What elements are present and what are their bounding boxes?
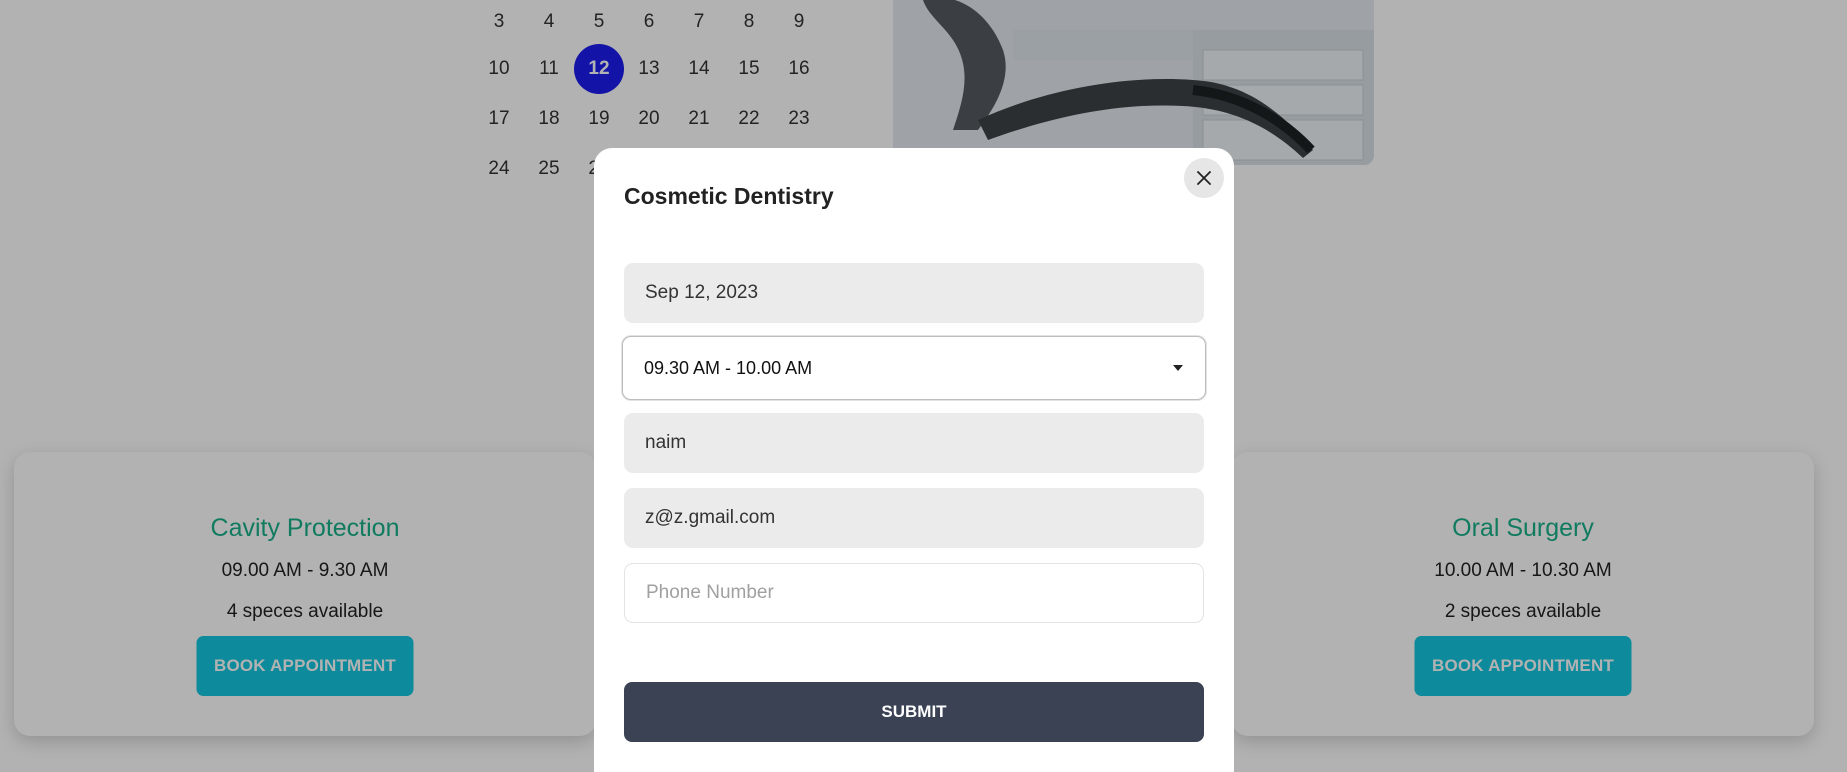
email-field[interactable]: z@z.gmail.com: [624, 488, 1204, 548]
booking-modal: Cosmetic Dentistry Sep 12, 2023 09.30 AM…: [594, 148, 1234, 772]
modal-title: Cosmetic Dentistry: [624, 183, 834, 209]
close-icon: [1197, 171, 1211, 185]
date-value: Sep 12, 2023: [645, 282, 759, 303]
close-button[interactable]: [1184, 158, 1224, 198]
submit-button[interactable]: SUBMIT: [624, 682, 1204, 742]
name-field[interactable]: naim: [624, 413, 1204, 473]
email-value: z@z.gmail.com: [645, 507, 776, 528]
date-field[interactable]: Sep 12, 2023: [624, 263, 1204, 323]
name-value: naim: [645, 432, 687, 453]
phone-input[interactable]: [646, 582, 1203, 604]
time-slot-select[interactable]: 09.30 AM - 10.00 AM: [622, 336, 1206, 400]
chevron-down-icon: [1173, 365, 1183, 371]
phone-field: [624, 563, 1204, 623]
time-slot-value: 09.30 AM - 10.00 AM: [644, 357, 813, 378]
